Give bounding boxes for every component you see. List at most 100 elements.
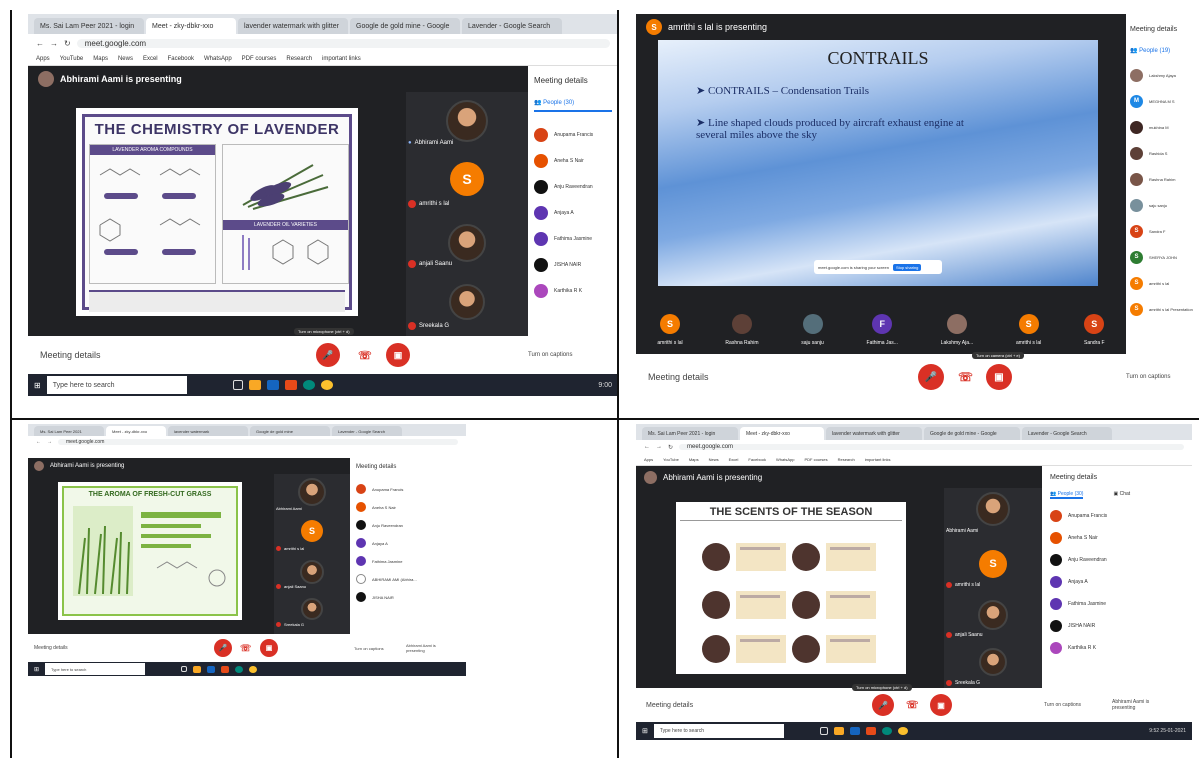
- bookmark-item[interactable]: Apps: [36, 56, 50, 62]
- chrome-icon[interactable]: [897, 727, 908, 735]
- mic-toggle-button[interactable]: 🎤: [214, 639, 232, 657]
- captions-button[interactable]: Turn on captions: [1126, 374, 1170, 380]
- back-icon[interactable]: ←: [36, 439, 41, 445]
- chrome-icon[interactable]: [320, 380, 333, 390]
- meeting-details-button[interactable]: Meeting details: [34, 645, 68, 651]
- forward-icon[interactable]: →: [47, 439, 52, 445]
- browser-tab[interactable]: Lavender - Google Search: [1022, 427, 1112, 440]
- windows-icon[interactable]: ⊞: [642, 727, 648, 735]
- participant-row[interactable]: Samrithi s lal Presentation: [1130, 296, 1195, 322]
- windows-icon[interactable]: ⊞: [34, 666, 39, 673]
- participant-row[interactable]: ABHIRAMI AMI (Abhira...: [356, 570, 460, 588]
- bookmark-item[interactable]: Excel: [143, 56, 158, 62]
- browser-tab[interactable]: Ms. Sai Lam Peer 2021: [34, 426, 104, 436]
- taskview-icon[interactable]: [181, 666, 188, 672]
- meeting-details-button[interactable]: Meeting details: [40, 350, 101, 360]
- participant-row[interactable]: Samrithi s lal: [1130, 270, 1195, 296]
- people-tab[interactable]: 👥 People (30): [1050, 491, 1084, 499]
- bookmark-item[interactable]: Maps: [93, 56, 108, 62]
- bookmark-item[interactable]: YouTube: [60, 56, 84, 62]
- participant-row[interactable]: Rashida S: [1130, 140, 1195, 166]
- bookmark-item[interactable]: Facebook: [168, 56, 194, 62]
- bookmark-item[interactable]: PDF courses: [242, 56, 277, 62]
- url-input[interactable]: meet.google.com: [58, 439, 458, 445]
- mic-toggle-button[interactable]: 🎤: [872, 694, 894, 716]
- bookmark-item[interactable]: Research: [838, 457, 855, 462]
- url-input[interactable]: meet.google.com: [679, 444, 1184, 450]
- captions-button[interactable]: Turn on captions: [1044, 702, 1081, 708]
- bookmark-item[interactable]: YouTube: [663, 457, 679, 462]
- participant-row[interactable]: Fathima Jasmine: [1050, 593, 1184, 615]
- browser-tab[interactable]: Ms. Sai Lam Peer 2021 - login: [34, 18, 144, 34]
- bookmark-item[interactable]: Facebook: [748, 457, 766, 462]
- store-icon[interactable]: [207, 665, 216, 673]
- hang-up-button[interactable]: ☏: [906, 700, 919, 711]
- participant-row[interactable]: Lakshmy Ajaya: [1130, 62, 1195, 88]
- edge-icon[interactable]: [235, 665, 244, 673]
- participant-row[interactable]: Anjaya A: [534, 200, 612, 226]
- browser-tab[interactable]: lavender watermark with glitter: [238, 18, 348, 34]
- taskbar-search-input[interactable]: Type here to search: [653, 724, 784, 738]
- bookmark-item[interactable]: WhatsApp: [776, 457, 794, 462]
- participant-row[interactable]: JISHA NAIR: [534, 252, 612, 278]
- participant-row[interactable]: JISHA NAIR: [1050, 615, 1184, 637]
- bookmark-item[interactable]: Apps: [644, 457, 653, 462]
- people-tab[interactable]: 👥 People (30): [534, 99, 612, 112]
- back-icon[interactable]: ←: [36, 39, 44, 48]
- bookmark-item[interactable]: important links: [322, 56, 361, 62]
- participant-row[interactable]: Aneha S Nair: [534, 148, 612, 174]
- url-input[interactable]: meet.google.com: [76, 38, 610, 48]
- edge-icon[interactable]: [302, 380, 315, 390]
- bookmark-item[interactable]: News: [709, 457, 719, 462]
- store-icon[interactable]: [266, 380, 279, 390]
- people-tab[interactable]: 👥 People (19): [1130, 47, 1195, 54]
- bookmark-item[interactable]: Maps: [689, 457, 699, 462]
- participant-row[interactable]: Anju Raveendran: [534, 174, 612, 200]
- reload-icon[interactable]: ↻: [668, 444, 673, 451]
- browser-tab[interactable]: Google de gold mine - Google: [924, 427, 1020, 440]
- windows-icon[interactable]: ⊞: [34, 381, 41, 390]
- participant-row[interactable]: saju sanju: [1130, 192, 1195, 218]
- participant-row[interactable]: Rashna Rahim: [1130, 166, 1195, 192]
- participant-row[interactable]: Anju Raveendran: [356, 516, 460, 534]
- participant-row[interactable]: Fathima Jasmine: [356, 552, 460, 570]
- chat-tab[interactable]: ▣ Chat: [1113, 491, 1130, 499]
- browser-tab-active[interactable]: Meet - zky-dbkr-xxo: [740, 427, 824, 440]
- camera-toggle-button[interactable]: ▣: [260, 639, 278, 657]
- participant-row[interactable]: JISHA NAIR: [356, 588, 460, 606]
- browser-tab[interactable]: Google de gold mine: [250, 426, 330, 436]
- bookmark-item[interactable]: Research: [286, 56, 312, 62]
- bookmark-item[interactable]: WhatsApp: [204, 56, 232, 62]
- explorer-icon[interactable]: [193, 665, 202, 673]
- participant-row[interactable]: Anjaya A: [1050, 571, 1184, 593]
- mic-toggle-button[interactable]: 🎤: [918, 364, 944, 390]
- meeting-details-button[interactable]: Meeting details: [646, 702, 693, 709]
- reload-icon[interactable]: ↻: [64, 39, 71, 48]
- browser-tab[interactable]: Lavender - Google Search: [462, 18, 562, 34]
- browser-tab[interactable]: lavender watermark with glitter: [826, 427, 922, 440]
- back-icon[interactable]: ←: [644, 444, 650, 450]
- hang-up-button[interactable]: ☏: [358, 349, 372, 362]
- edge-icon[interactable]: [881, 727, 892, 735]
- participant-row[interactable]: Anupama Francis: [356, 480, 460, 498]
- bookmark-item[interactable]: Excel: [729, 457, 739, 462]
- store-icon[interactable]: [849, 727, 860, 735]
- bookmark-item[interactable]: PDF courses: [804, 457, 827, 462]
- captions-button[interactable]: Turn on captions: [354, 646, 384, 651]
- explorer-icon[interactable]: [833, 727, 844, 735]
- participant-row[interactable]: Aneha S Nair: [1050, 527, 1184, 549]
- captions-button[interactable]: Turn on captions: [528, 352, 572, 358]
- participant-row[interactable]: S SHERYA JOHN: [1130, 244, 1195, 270]
- bookmark-item[interactable]: important links: [865, 457, 891, 462]
- stop-sharing-button[interactable]: Stop sharing: [892, 263, 922, 271]
- participant-row[interactable]: mukhina M: [1130, 114, 1195, 140]
- hang-up-button[interactable]: ☏: [240, 643, 251, 654]
- browser-tab[interactable]: Lavender - Google Search: [332, 426, 402, 436]
- meeting-details-button[interactable]: Meeting details: [648, 372, 709, 382]
- participant-row[interactable]: Karthika R K: [534, 278, 612, 304]
- participant-row[interactable]: Anupama Francis: [534, 122, 612, 148]
- taskbar-search-input[interactable]: Type here to search: [46, 376, 187, 394]
- forward-icon[interactable]: →: [656, 444, 662, 450]
- hang-up-button[interactable]: ☏: [958, 370, 973, 384]
- mic-toggle-button[interactable]: 🎤: [316, 343, 340, 367]
